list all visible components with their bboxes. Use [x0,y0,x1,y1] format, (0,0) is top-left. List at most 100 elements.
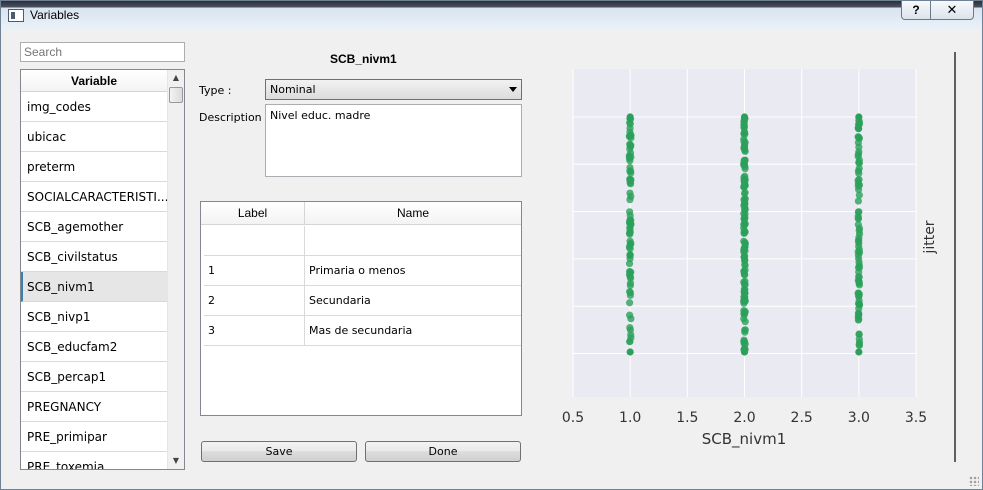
name-cell[interactable]: Primaria o menos [305,256,521,286]
variable-list-item[interactable]: SCB_agemother [21,212,167,242]
label-table-row[interactable]: 1 Primaria o menos [204,256,521,286]
x-tick-label: 1.0 [619,410,641,426]
search-input[interactable] [20,42,185,62]
label-table-row[interactable]: 3 Mas de secundaria [204,316,521,346]
data-point [741,271,749,279]
data-point [855,273,863,281]
data-point [626,326,635,334]
variable-list-item[interactable]: PRE_primipar [21,422,167,452]
data-point [741,326,749,334]
variable-list-item[interactable]: SOCIALCARACTERISTI... [21,182,167,212]
variable-list-item[interactable]: PRE_toxemia [21,452,167,469]
save-button[interactable]: Save [201,441,357,462]
data-point [626,348,634,356]
description-field[interactable]: Nivel educ. madre [265,104,522,177]
data-point [854,125,863,133]
variable-rows: img_codes ubicac preterm SOCIALCARACTERISTI… [21,92,167,469]
name-cell[interactable] [305,226,521,256]
label-table-row[interactable] [204,226,521,256]
label-table: Label Name 1 Primaria o menos 2 Secundaria 3… [200,201,522,416]
scroll-thumb[interactable] [169,87,183,103]
label-table-row[interactable]: 2 Secundaria [204,286,521,316]
type-label: Type : [199,84,232,97]
data-point [627,192,635,200]
x-tick-label: 3.5 [905,410,927,426]
variable-list-item[interactable]: SCB_nivp1 [21,302,167,332]
data-point [626,113,634,121]
close-button[interactable]: ✕ [930,1,974,20]
data-point [854,152,862,160]
data-point [855,236,863,244]
scroll-down-arrow-icon[interactable]: ▼ [168,453,184,469]
variable-list-item[interactable]: PREGNANCY [21,392,167,422]
data-point [626,157,634,165]
data-point [740,189,749,198]
data-point [626,251,634,259]
data-point [741,228,749,236]
data-point [626,237,634,245]
label-cell[interactable]: 1 [204,256,305,286]
data-point [626,268,634,277]
data-point [741,198,749,206]
resize-grip-icon[interactable] [969,476,979,486]
variables-dialog: Variables ? ✕ Variable img_codesubicacpr… [0,0,983,490]
data-point [740,310,748,318]
data-point [740,348,749,356]
window-icon [8,9,24,22]
data-point [627,141,635,149]
data-point [625,208,634,216]
name-cell[interactable]: Mas de secundaria [305,316,521,346]
data-point [855,134,863,143]
variable-list-item[interactable]: SCB_civilstatus [21,242,167,272]
title-bar[interactable]: Variables ? ✕ [1,1,982,30]
data-point [854,197,862,205]
data-point [740,337,749,346]
data-point [741,294,749,302]
label-column-header[interactable]: Label [201,202,305,225]
variable-list-item[interactable]: SCB_percap1 [21,362,167,392]
data-point [626,176,634,184]
jitter-chart: 0.5 1.0 1.5 2.0 2.5 3.0 3.5 SCB_nivm1 jitter [562,52,956,462]
label-table-header: Label Name [201,202,521,225]
name-cell[interactable]: Secundaria [305,286,521,316]
variable-list-item[interactable]: preterm [21,152,167,182]
data-point [626,311,634,319]
data-point [741,156,749,165]
data-point [740,285,748,293]
data-point [854,313,862,321]
name-column-header[interactable]: Name [305,202,521,225]
variable-list-item[interactable]: SCB_educfam2 [21,332,167,362]
data-point [626,299,634,307]
data-point [625,132,634,141]
description-label: Description : [199,111,269,124]
variable-list-item[interactable]: ubicac [21,122,167,152]
label-cell[interactable] [204,226,305,256]
help-button[interactable]: ? [901,1,931,20]
data-point [625,260,634,268]
data-point [741,261,749,270]
data-point [740,144,748,152]
label-cell[interactable]: 3 [204,316,305,346]
data-point [855,113,863,121]
data-point [741,239,749,248]
label-cell[interactable]: 2 [204,286,305,316]
data-point [626,120,634,128]
data-point [855,261,863,269]
done-button[interactable]: Done [365,441,521,462]
x-tick-label: 3.0 [848,410,870,426]
type-select[interactable]: Nominal [265,79,522,100]
dialog-body: Variable img_codesubicacpretermSOCIALCAR… [1,30,982,489]
scroll-up-arrow-icon[interactable]: ▲ [168,70,184,86]
variable-list-scrollbar[interactable]: ▲ ▼ [167,70,184,469]
x-axis-label: SCB_nivm1 [702,430,787,449]
x-tick-label: 2.0 [733,410,755,426]
data-point [854,208,862,216]
x-tick-label: 0.5 [562,410,584,426]
x-tick-label: 2.5 [791,410,813,426]
type-select-value: Nominal [270,83,316,96]
data-point [855,348,863,356]
variable-list-header[interactable]: Variable [21,70,167,92]
variable-list-item[interactable]: SCB_nivm1 [21,272,167,302]
variable-list-item[interactable]: img_codes [21,92,167,122]
data-point [855,292,863,300]
